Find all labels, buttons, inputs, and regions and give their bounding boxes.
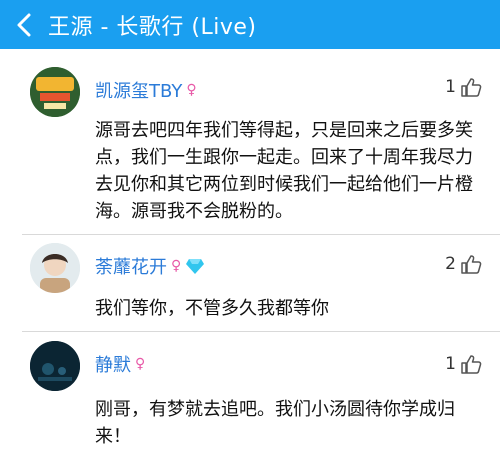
divider — [22, 234, 500, 235]
diamond-vip-icon — [186, 259, 205, 274]
divider — [22, 331, 500, 332]
female-icon: ♀ — [135, 356, 146, 372]
app-header: 王源 - 长歌行 (Live) — [0, 0, 500, 49]
comment-username[interactable]: 荼蘼花开 ♀ — [95, 253, 205, 279]
username-text: 荼蘼花开 — [95, 257, 167, 278]
like-count: 1 — [445, 354, 456, 374]
back-button[interactable] — [0, 0, 48, 49]
page-title: 王源 - 长歌行 (Live) — [48, 14, 257, 40]
like-count: 1 — [445, 77, 456, 97]
comment-item: 静默 ♀ 1 刚哥，有梦就去追吧。我们小汤圆待你学成归来！ — [0, 334, 500, 467]
comment-username[interactable]: 凯源玺TBY ♀ — [95, 77, 197, 103]
comment-item: 凯源玺TBY ♀ 1 源哥去吧四年我们等得起，只是回来之后要多笑点，我们一生跟你… — [0, 60, 500, 240]
avatar-image — [30, 243, 80, 293]
back-arrow-icon — [17, 13, 31, 36]
thumbs-up-icon — [461, 255, 482, 274]
comment-text: 源哥去吧四年我们等得起，只是回来之后要多笑点，我们一生跟你一起走。回来了十周年我… — [95, 120, 473, 222]
like-button[interactable]: 1 — [445, 76, 482, 98]
comment-username[interactable]: 静默 ♀ — [95, 351, 145, 377]
comment-text: 刚哥，有梦就去追吧。我们小汤圆待你学成归来！ — [95, 399, 455, 447]
avatar[interactable] — [30, 341, 80, 391]
username-text: 静默 — [95, 355, 131, 376]
female-icon: ♀ — [186, 82, 197, 98]
thumbs-up-icon — [461, 78, 482, 97]
thumbs-up-icon — [461, 355, 482, 374]
comment-item: 荼蘼花开 ♀ 2 我们等你，不管多久我都等你 — [0, 236, 500, 331]
avatar-image — [30, 341, 80, 391]
comment-text: 我们等你，不管多久我都等你 — [95, 298, 329, 319]
avatar[interactable] — [30, 243, 80, 293]
avatar-image — [30, 67, 80, 117]
avatar[interactable] — [30, 67, 80, 117]
like-count: 2 — [445, 254, 456, 274]
username-text: 凯源玺TBY — [95, 81, 183, 102]
like-button[interactable]: 1 — [445, 353, 482, 375]
like-button[interactable]: 2 — [445, 253, 482, 275]
female-icon: ♀ — [171, 258, 182, 274]
